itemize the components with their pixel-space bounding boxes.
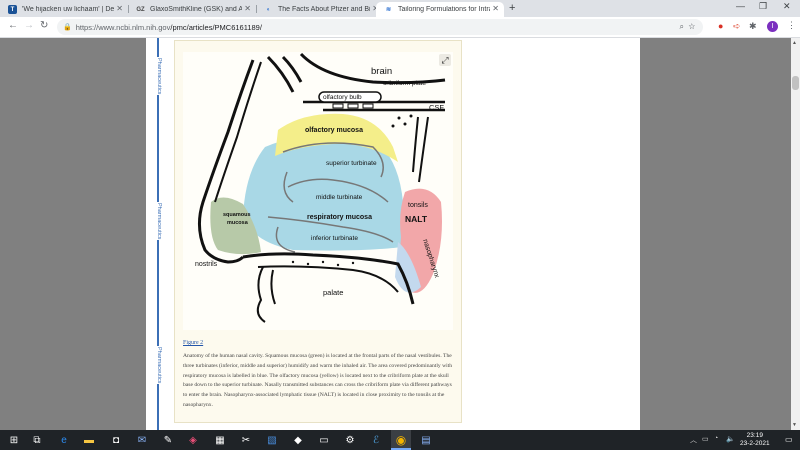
omnibox-icons: ⌕ ☆ <box>680 22 695 32</box>
tab-label: Tailoring Formulations for Intran <box>398 6 490 13</box>
volume-icon[interactable]: 🔈 <box>726 435 735 443</box>
scroll-down-icon[interactable]: ▼ <box>792 422 797 428</box>
url-host: https://www.ncbi.nlm.nih.gov <box>75 22 171 32</box>
csf-label: CSF <box>429 103 444 112</box>
paint-icon[interactable]: ✎ <box>162 434 174 446</box>
paint3d-icon[interactable]: ◈ <box>187 434 199 446</box>
browser-toolbar: ← → ↻ 🔒 https://www.ncbi.nlm.nih.gov/pmc… <box>0 17 800 38</box>
tab-gsk[interactable]: GZ GlaxoSmithKline (GSK) and Alpha ✕ <box>128 2 256 17</box>
minimize-icon[interactable]: — <box>736 1 745 11</box>
window-close-icon[interactable]: ✕ <box>783 1 791 12</box>
cribriform-plate-label: cribriform plate <box>383 80 426 87</box>
squamous-mucosa-label-2: mucosa <box>227 220 249 226</box>
maximize-icon[interactable]: ❐ <box>759 1 767 12</box>
close-icon[interactable]: ✕ <box>116 4 123 13</box>
clock-time: 23:19 <box>746 432 763 439</box>
media-icon[interactable]: ◆ <box>292 434 304 446</box>
olfactory-bulb-label: olfactory bulb <box>323 94 362 101</box>
reload-icon[interactable]: ↻ <box>40 20 48 31</box>
zoom-icon[interactable]: ⌕ <box>680 22 684 31</box>
app-icon[interactable]: ▧ <box>266 434 278 446</box>
mail-icon[interactable]: ✉ <box>136 434 148 446</box>
nalt-label: NALT <box>405 214 428 224</box>
nostrils-label: nostrils <box>195 261 218 268</box>
tonsils-label: tonsils <box>408 202 428 209</box>
tab-de-tijd[interactable]: T 'We hijacken uw lichaam' | De Tijd ✕ <box>0 2 128 17</box>
tab-tailoring-formulations[interactable]: ≋ Tailoring Formulations for Intran ✕ <box>376 2 504 17</box>
tab-label: The Facts About Pfizer and BioN <box>278 6 370 13</box>
side-label: Pharmaceutics <box>156 346 162 385</box>
windows-taskbar: ⊞ ⧉ e ▬ ◘ ✉ ✎ ◈ ▦ ✂ ▧ ◆ ▭ ⚙ ℰ ◉ ▤ ︿ ▭ ◔ … <box>0 430 800 450</box>
inferior-turbinate-label: inferior turbinate <box>311 235 358 242</box>
cribriform-holes <box>347 103 359 109</box>
side-label: Pharmaceutics <box>156 202 162 241</box>
extension-red-icon[interactable]: ● <box>718 21 723 31</box>
middle-turbinate-label: middle turbinate <box>316 194 363 201</box>
lock-icon: 🔒 <box>63 24 72 31</box>
notepad-icon[interactable]: ▤ <box>420 434 432 446</box>
forward-icon[interactable]: → <box>24 20 34 31</box>
menu-kebab-icon[interactable]: ⋮ <box>787 20 796 31</box>
wifi-icon[interactable]: ◔ <box>714 435 718 442</box>
de-tijd-favicon-icon: T <box>8 5 17 14</box>
address-bar[interactable]: 🔒 https://www.ncbi.nlm.nih.gov/pmc/artic… <box>57 19 703 35</box>
snip-icon[interactable]: ✂ <box>240 434 252 446</box>
nasal-anatomy-figure[interactable]: brain cribriform plate olfactory bulb CS… <box>183 52 453 330</box>
squamous-mucosa-label: squamous <box>223 212 251 218</box>
store-icon[interactable]: ◘ <box>110 434 122 446</box>
file-explorer-icon[interactable]: ▬ <box>83 434 95 446</box>
windows-start-icon[interactable]: ⊞ <box>8 434 20 446</box>
page-scrollbar[interactable] <box>791 38 800 430</box>
back-icon[interactable]: ← <box>8 20 18 31</box>
settings-gear-icon[interactable]: ⚙ <box>344 434 356 446</box>
gz-favicon-icon: GZ <box>136 6 145 13</box>
cribriform-holes <box>332 103 344 109</box>
edge-icon[interactable]: e <box>58 434 70 446</box>
new-tab-icon[interactable]: + <box>509 2 515 14</box>
terminal-icon[interactable]: ▭ <box>318 434 330 446</box>
respiratory-mucosa-label: respiratory mucosa <box>307 214 372 221</box>
tray-chevron-icon[interactable]: ︿ <box>690 435 697 445</box>
tab-label: GlaxoSmithKline (GSK) and Alpha <box>150 6 242 13</box>
tab-strip: T 'We hijacken uw lichaam' | De Tijd ✕ G… <box>0 0 800 17</box>
figure-link[interactable]: Figure 2 <box>183 340 203 346</box>
extension-arrow-icon[interactable]: ➪ <box>733 21 741 32</box>
cribriform-holes <box>362 103 374 109</box>
clock-date: 23-2-2021 <box>740 440 770 447</box>
figure-caption: Anatomy of the human nasal cavity. Squam… <box>183 353 453 408</box>
extensions-puzzle-icon[interactable]: ✱ <box>749 21 757 32</box>
url-path: /pmc/articles/PMC6161189/ <box>170 22 262 32</box>
expand-figure-icon[interactable]: ⤢ <box>439 54 451 66</box>
superior-turbinate-label: superior turbinate <box>326 160 377 167</box>
battery-icon[interactable]: ▭ <box>702 435 709 443</box>
olfactory-mucosa-label: olfactory mucosa <box>305 127 363 134</box>
tab-pfizer[interactable]: ◐ The Facts About Pfizer and BioN ✕ <box>256 2 384 17</box>
pharynx-wall <box>412 116 429 183</box>
close-icon[interactable]: ✕ <box>492 4 499 13</box>
task-view-icon[interactable]: ⧉ <box>31 434 43 446</box>
bookmark-star-icon[interactable]: ☆ <box>688 22 695 31</box>
photos-icon[interactable]: ▦ <box>214 434 226 446</box>
nasal-cavity-diagram: brain cribriform plate olfactory bulb CS… <box>195 52 446 323</box>
system-clock[interactable]: 23:19 23-2-2021 <box>740 432 770 448</box>
ncbi-favicon-icon: ≋ <box>385 7 392 13</box>
palate-label: palate <box>323 288 343 297</box>
side-label: Pharmaceutics <box>156 57 162 96</box>
brain-label: brain <box>371 66 392 77</box>
tab-label: 'We hijacken uw lichaam' | De Tijd <box>22 6 114 13</box>
globe-favicon-icon: ◐ <box>266 6 271 13</box>
scroll-up-icon[interactable]: ▲ <box>792 40 797 46</box>
notifications-icon[interactable]: ▭ <box>785 435 793 444</box>
scrollbar-thumb[interactable] <box>792 76 799 90</box>
close-icon[interactable]: ✕ <box>244 4 251 13</box>
chrome-taskbar-icon[interactable]: ◉ <box>391 430 411 450</box>
teeth-outline <box>256 266 276 323</box>
profile-avatar[interactable]: I <box>767 21 778 32</box>
skype-icon[interactable]: ℰ <box>370 434 382 446</box>
